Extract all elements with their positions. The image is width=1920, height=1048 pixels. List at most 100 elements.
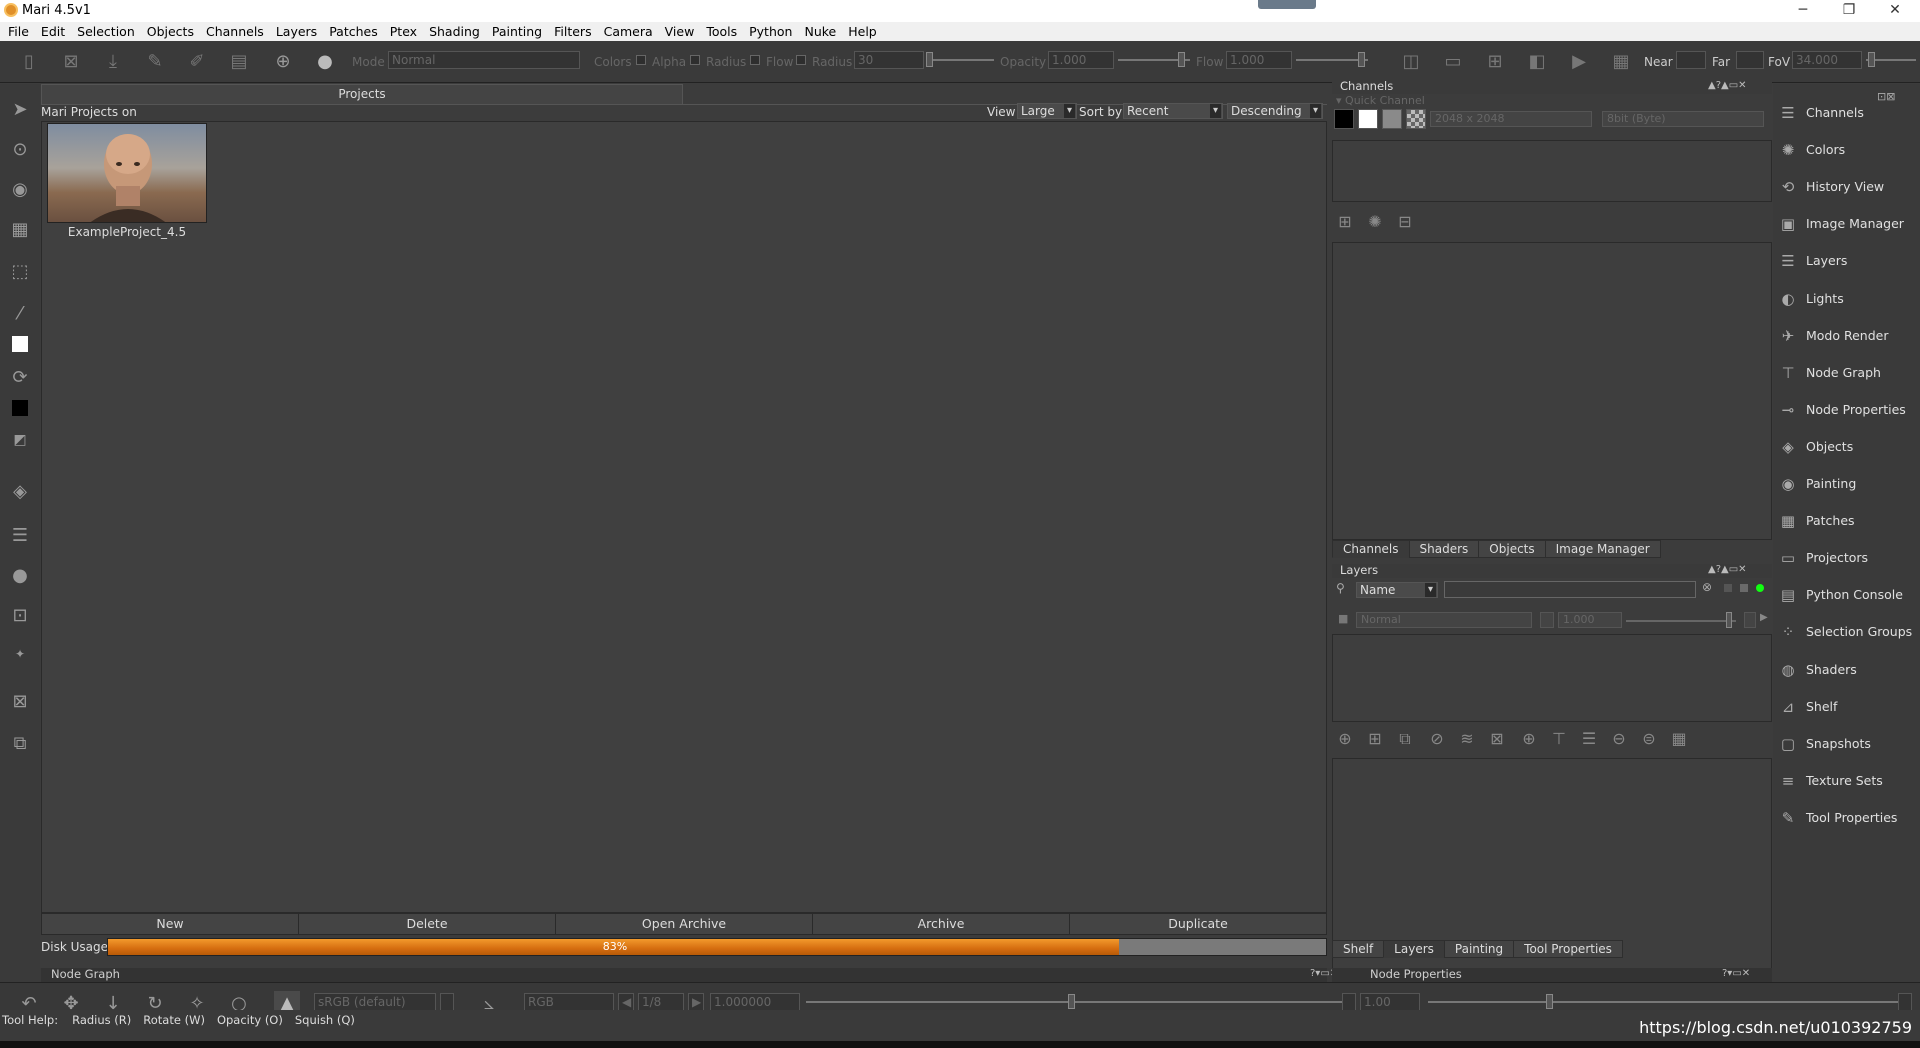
dock-item-shaders[interactable]: ◍ Shaders [1773, 655, 1920, 685]
layer-filter-select[interactable]: Name [1356, 582, 1438, 598]
dock-item-channels[interactable]: ☰ Channels [1773, 98, 1920, 128]
gamma-slider-handle[interactable] [1546, 994, 1553, 1009]
dock-item-colors[interactable]: ✺ Colors [1773, 135, 1920, 165]
tab-layers[interactable]: Layers [1383, 940, 1445, 958]
far-field[interactable] [1736, 51, 1764, 69]
new-button[interactable]: New [41, 913, 299, 935]
tab-shelf[interactable]: Shelf [1332, 940, 1385, 958]
menu-shading[interactable]: Shading [423, 22, 486, 41]
menu-help[interactable]: Help [842, 22, 883, 41]
menu-patches[interactable]: Patches [323, 22, 384, 41]
menu-ptex[interactable]: Ptex [384, 22, 423, 41]
menu-filters[interactable]: Filters [548, 22, 597, 41]
layer-opacity-handle[interactable] [1726, 612, 1732, 628]
menu-tools[interactable]: Tools [700, 22, 743, 41]
view-cube-icon[interactable]: ◫ [1398, 49, 1424, 75]
frame-icon[interactable]: ⊞ [1482, 49, 1508, 75]
close-box-icon[interactable]: ⊠ [8, 690, 32, 714]
foreground-color-swatch[interactable] [12, 336, 28, 352]
layer-expand-icon[interactable]: ▶ [1760, 612, 1772, 628]
open-archive-button[interactable]: Open Archive [555, 913, 813, 935]
layer-grid-icon[interactable]: ▦ [1668, 728, 1690, 750]
menu-nuke[interactable]: Nuke [798, 22, 842, 41]
menu-edit[interactable]: Edit [35, 22, 71, 41]
dock-item-objects[interactable]: ◈ Objects [1773, 432, 1920, 462]
tab-projects[interactable]: Projects [41, 84, 683, 104]
transparent-swatch[interactable] [1406, 109, 1426, 129]
new-file-icon[interactable]: ▯ [16, 49, 42, 75]
frame-prev-button[interactable]: ◀ [618, 993, 634, 1011]
save-icon[interactable]: ⤓ [100, 49, 126, 75]
add-mask-icon[interactable]: ≋ [1456, 728, 1478, 750]
minimize-button[interactable]: ─ [1780, 0, 1826, 22]
menu-camera[interactable]: Camera [598, 22, 659, 41]
frame-box-icon[interactable]: ⧉ [8, 732, 32, 756]
opacity-slider-handle[interactable] [1178, 52, 1185, 67]
dock-item-patches[interactable]: ▦ Patches [1773, 506, 1920, 536]
menu-file[interactable]: File [2, 22, 35, 41]
sphere-icon[interactable]: ● [8, 564, 32, 588]
gain-slider-handle[interactable] [1068, 994, 1075, 1009]
layer-opacity-field[interactable]: 1.000 [1558, 612, 1622, 628]
channel-depth-select[interactable]: 8bit (Byte) [1602, 111, 1764, 127]
colorspace-option[interactable] [440, 993, 454, 1011]
colors-checkbox[interactable] [636, 55, 646, 65]
channel-settings-icon[interactable]: ✺ [1364, 211, 1386, 233]
tab-shaders[interactable]: Shaders [1408, 540, 1480, 558]
dock-item-selection-groups[interactable]: ⁘ Selection Groups [1773, 617, 1920, 647]
tab-painting[interactable]: Painting [1443, 940, 1515, 958]
delete-button[interactable]: Delete [298, 913, 556, 935]
add-group-icon[interactable]: ⧉ [1394, 728, 1416, 750]
add-procedural-icon[interactable]: ⊘ [1426, 728, 1448, 750]
layer-list-icon[interactable]: ☰ [1578, 728, 1600, 750]
layer-visibility-icon[interactable]: ☰ [8, 524, 32, 548]
archive-button[interactable]: Archive [812, 913, 1070, 935]
remove-channel-icon[interactable]: ⊟ [1394, 211, 1416, 233]
channel-size-select[interactable]: 2048 x 2048 [1430, 111, 1592, 127]
order-select[interactable]: Descending [1227, 103, 1323, 119]
gamma-field[interactable]: 1.00 [1360, 993, 1420, 1011]
add-adjust-icon[interactable]: ⊞ [1364, 728, 1386, 750]
clear-filter-icon[interactable]: ⊗ [1702, 580, 1712, 594]
add-layer-icon[interactable]: ⊕ [1334, 728, 1356, 750]
background-color-swatch[interactable] [12, 400, 28, 416]
project-thumbnail[interactable] [47, 123, 207, 223]
dock-item-texture-sets[interactable]: ≡ Texture Sets [1773, 766, 1920, 796]
layers-panel-controls[interactable]: ▲?▲▭✕ [1708, 564, 1747, 575]
menu-selection[interactable]: Selection [71, 22, 141, 41]
menu-python[interactable]: Python [743, 22, 798, 41]
brush-icon[interactable]: ● [312, 49, 338, 75]
radius-slider-handle[interactable] [926, 52, 933, 67]
tab-image-manager[interactable]: Image Manager [1544, 540, 1661, 558]
view-select[interactable]: Large [1017, 103, 1077, 119]
gray-swatch[interactable] [1382, 109, 1402, 129]
swap-colors-icon[interactable]: ⟳ [8, 366, 32, 390]
flow-checkbox[interactable] [796, 55, 806, 65]
paint-bucket-icon[interactable]: ◉ [8, 178, 32, 202]
gamma-option-b[interactable] [1898, 993, 1912, 1011]
layer-lock-icon[interactable]: ■ [1338, 612, 1348, 625]
dock-item-layers[interactable]: ☰ Layers [1773, 246, 1920, 276]
redo-paint-icon[interactable]: ✐ [184, 49, 210, 75]
white-swatch[interactable] [1358, 109, 1378, 129]
archive-icon[interactable]: ▤ [226, 49, 252, 75]
select-arrow-icon[interactable]: ➤ [8, 98, 32, 122]
projector-icon[interactable]: ◈ [8, 480, 32, 504]
menu-view[interactable]: View [659, 22, 701, 41]
filter-toggle-icon[interactable] [1724, 584, 1732, 592]
fov-slider-handle[interactable] [1868, 52, 1875, 67]
radius-field[interactable]: 30 [854, 51, 924, 69]
add-graph-icon[interactable]: ⊕ [1518, 728, 1540, 750]
grid-layers-icon[interactable]: ▦ [8, 218, 32, 242]
dock-item-node-graph[interactable]: ⊤ Node Graph [1773, 358, 1920, 388]
cache-layer-icon[interactable]: ⊜ [1638, 728, 1660, 750]
tab-channels[interactable]: Channels [1332, 540, 1410, 558]
alpha-checkbox[interactable] [690, 55, 700, 65]
dock-item-tool-properties[interactable]: ✎ Tool Properties [1773, 803, 1920, 833]
dock-item-lights[interactable]: ◐ Lights [1773, 284, 1920, 314]
node-props-controls[interactable]: ?▾▭✕ [1722, 968, 1750, 979]
menu-layers[interactable]: Layers [270, 22, 323, 41]
transform-icon[interactable]: ⬚ [8, 260, 32, 284]
menu-objects[interactable]: Objects [141, 22, 200, 41]
dock-item-image-manager[interactable]: ▣ Image Manager [1773, 209, 1920, 239]
